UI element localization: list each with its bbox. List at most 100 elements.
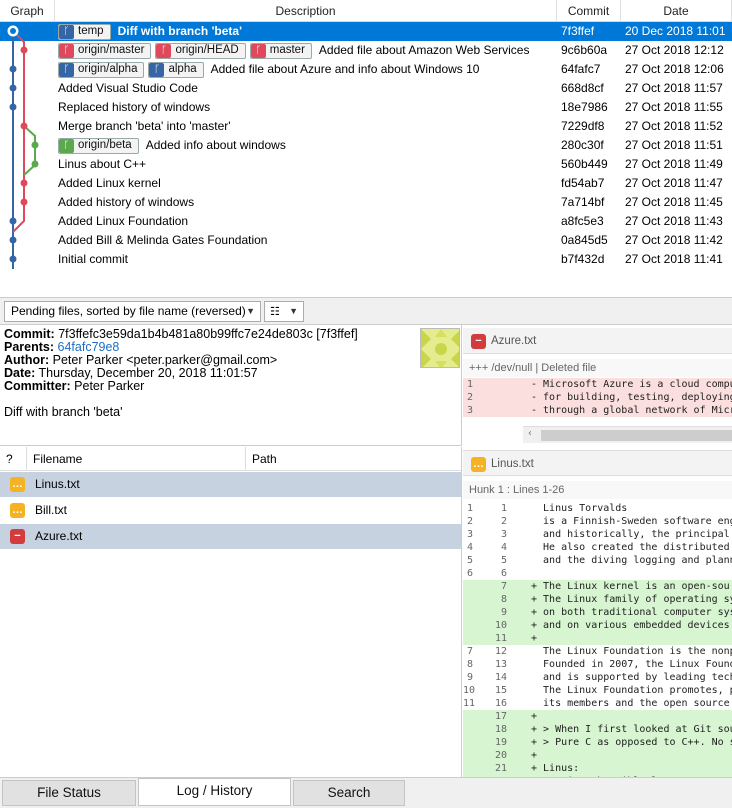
commit-row[interactable]: ᚴ origin/beta Added info about windows 280c… — [0, 136, 732, 155]
diff-line: 20 + — [463, 749, 732, 762]
new-line-number: 16 — [494, 698, 507, 709]
file-row[interactable]: − Azure.txt — [0, 524, 461, 549]
commit-row[interactable]: Added Visual Studio Code 668d8cf 27 Oct 20… — [0, 79, 732, 98]
tab-file-status[interactable]: File Status — [2, 780, 136, 806]
commit-message-text: Initial commit — [58, 252, 129, 266]
commit-date: 27 Oct 2018 11:57 — [625, 81, 723, 95]
date-label: Date: — [4, 366, 36, 380]
diff-line-text: The Linux Foundation is the nonp — [531, 646, 732, 657]
commit-details-panel: Commit: 7f3ffefc3e59da1b4b481a80b99ffc7e… — [0, 325, 462, 446]
old-line-number: 6 — [466, 568, 473, 579]
old-line-number: 5 — [466, 555, 473, 566]
commit-description-cell: ᚴ origin/master ᚴ origin/HEAD ᚴ master Added f… — [58, 41, 529, 60]
branch-tag[interactable]: ᚴ origin/HEAD — [155, 42, 246, 59]
diff-line: 3 - through a global network of Micr — [463, 404, 732, 417]
commit-description-cell: Merge branch 'beta' into 'master' — [58, 117, 231, 136]
committer-label: Committer: — [4, 379, 71, 393]
author-label: Author: — [4, 353, 50, 367]
commit-row[interactable]: ᚴ temp Diff with branch 'beta' 7f3ffef 20 De… — [0, 22, 732, 41]
graph-node — [9, 255, 17, 263]
old-line-number: 9 — [466, 672, 473, 683]
horizontal-scrollbar[interactable]: ‹ — [523, 426, 732, 443]
diff-line-text: + Linus: — [531, 763, 580, 774]
bottom-tab-bar: File Status Log / History Search — [0, 777, 732, 808]
scrollbar-thumb[interactable] — [541, 430, 732, 441]
graph-column-header[interactable]: Graph — [0, 0, 55, 22]
description-column-header[interactable]: Description — [55, 0, 557, 22]
commit-row[interactable]: Added Bill & Melinda Gates Foundation 0a8… — [0, 231, 732, 250]
diff-line: 21 + Linus: — [463, 762, 732, 775]
file-sort-dropdown[interactable]: Pending files, sorted by file name (reve… — [4, 301, 261, 322]
branch-tag[interactable]: ᚴ alpha — [148, 61, 204, 78]
chevron-left-icon[interactable]: ‹ — [527, 428, 533, 439]
commit-column-header[interactable]: Commit — [557, 0, 621, 22]
branch-tag[interactable]: ᚴ origin/master — [58, 42, 152, 59]
deleted-file-icon: − — [10, 529, 25, 544]
parent-commit-link[interactable]: 64fafc79e8 — [58, 340, 120, 354]
commit-row[interactable]: Linus about C++ 560b449 27 Oct 2018 11:49 — [0, 155, 732, 174]
commit-row[interactable]: Added Linux Foundation a8fc5e3 27 Oct 2018… — [0, 212, 732, 231]
commit-row[interactable]: ᚴ origin/master ᚴ origin/HEAD ᚴ master Added f… — [0, 41, 732, 60]
diff-line-text: + — [531, 633, 538, 644]
commit-row[interactable]: Added Linux kernel fd54ab7 27 Oct 2018 11:… — [0, 174, 732, 193]
diff-line: 8 + The Linux family of operating sy — [463, 593, 732, 606]
modified-file-icon: … — [471, 457, 486, 472]
commit-description-cell: Replaced history of windows — [58, 98, 210, 117]
diff-line-text: + > Pure C as opposed to C++. No s — [531, 737, 732, 748]
path-column-header[interactable]: Path — [246, 447, 461, 471]
commit-date: 27 Oct 2018 11:45 — [625, 195, 723, 209]
commit-row[interactable]: Initial commit b7f432d 27 Oct 2018 11:41 — [0, 250, 732, 269]
commit-sha: 64fafc7 — [561, 62, 601, 76]
diff-line: 2 2 is a Finnish-Sweden software eng — [463, 515, 732, 528]
branch-tag[interactable]: ᚴ origin/alpha — [58, 61, 145, 78]
diff-line: 1 1 Linus Torvalds — [463, 502, 732, 515]
diff-line: 4 4 He also created the distributed — [463, 541, 732, 554]
branch-tag[interactable]: ᚴ origin/beta — [58, 137, 139, 154]
commit-row[interactable]: ᚴ origin/alpha ᚴ alpha Added file about Azur… — [0, 60, 732, 79]
filename-column-header[interactable]: Filename — [27, 447, 246, 471]
status-column-header[interactable]: ? — [0, 447, 27, 471]
diff-line: 9 + on both traditional computer sys — [463, 606, 732, 619]
commit-description-cell: Added Linux Foundation — [58, 212, 188, 231]
new-line-number: 18 — [494, 724, 507, 735]
old-line-number: 11 — [463, 698, 476, 709]
commit-description-cell: Added Linux kernel — [58, 174, 161, 193]
commit-row[interactable]: Added history of windows 7a714bf 27 Oct 20… — [0, 193, 732, 212]
chevron-down-icon: ▼ — [289, 306, 298, 316]
new-line-number: 14 — [494, 672, 507, 683]
branch-tag[interactable]: ᚴ master — [249, 42, 312, 59]
commit-row[interactable]: Replaced history of windows 18e7986 27 Oct… — [0, 98, 732, 117]
branch-icon: ᚴ — [156, 43, 172, 58]
branch-name: alpha — [168, 63, 197, 75]
diff-subheader: +++ /dev/null | Deleted file — [463, 359, 732, 377]
old-line-number: 7 — [466, 646, 473, 657]
date-column-header[interactable]: Date — [621, 0, 732, 22]
commit-sha: b7f432d — [561, 252, 605, 266]
view-mode-dropdown[interactable]: ☷ ▼ — [264, 301, 304, 322]
branch-tag[interactable]: ᚴ temp — [58, 23, 111, 40]
commit-sha: 7f3ffef — [561, 24, 595, 38]
diff-line-text: + The Linux family of operating sy — [531, 594, 732, 605]
commit-description-cell: ᚴ temp Diff with branch 'beta' — [58, 22, 242, 41]
diff-line-text: He also created the distributed — [531, 542, 730, 553]
tab-log-history[interactable]: Log / History — [138, 778, 291, 806]
new-line-number: 8 — [500, 594, 507, 605]
new-line-number: 20 — [494, 750, 507, 761]
commit-sha: 7a714bf — [561, 195, 605, 209]
tab-search[interactable]: Search — [293, 780, 405, 806]
old-line-number: 3 — [466, 529, 473, 540]
file-row[interactable]: … Linus.txt — [0, 472, 461, 497]
old-line-number: 10 — [463, 685, 476, 696]
commit-message: Diff with branch 'beta' — [4, 405, 123, 419]
commit-row[interactable]: Merge branch 'beta' into 'master' 7229df8… — [0, 117, 732, 136]
commit-message-text: Added Bill & Melinda Gates Foundation — [58, 233, 268, 247]
file-row[interactable]: … Bill.txt — [0, 498, 461, 523]
commit-date: 27 Oct 2018 11:41 — [625, 252, 723, 266]
commit-description-cell: Added Visual Studio Code — [58, 79, 198, 98]
diff-file-header[interactable]: − Azure.txt — [463, 328, 732, 354]
diff-file-header[interactable]: … Linus.txt — [463, 450, 732, 476]
branch-name: origin/master — [78, 44, 145, 56]
old-line-number: 4 — [466, 542, 473, 553]
new-line-number: 19 — [494, 737, 507, 748]
commit-sha: 18e7986 — [561, 100, 608, 114]
